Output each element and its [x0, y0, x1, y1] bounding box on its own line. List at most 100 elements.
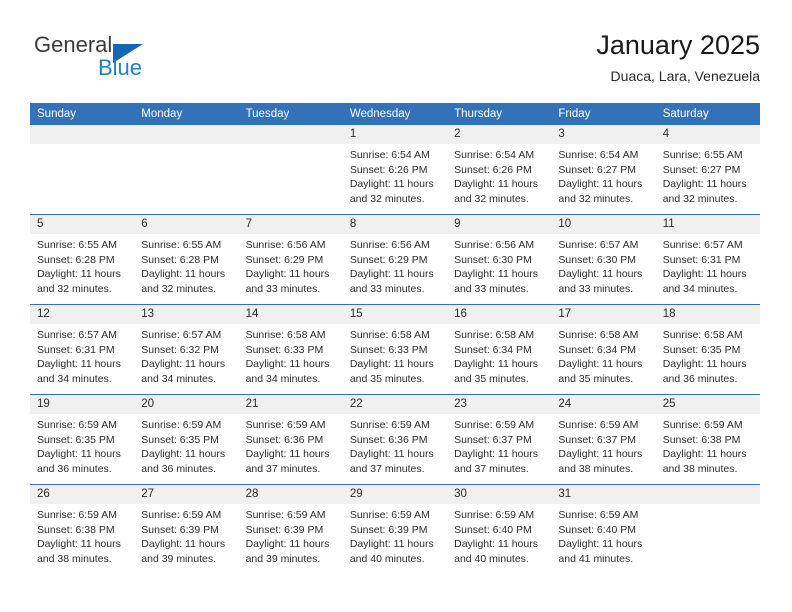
day-cell-20[interactable]: Sunrise: 6:59 AM Sunset: 6:35 PM Daylight:… [134, 414, 238, 483]
day-cell-31[interactable]: Sunrise: 6:59 AM Sunset: 6:40 PM Daylight:… [551, 504, 655, 573]
day-number-5[interactable]: 5 [30, 215, 134, 234]
day-cell-6[interactable]: Sunrise: 6:55 AM Sunset: 6:28 PM Daylight:… [134, 234, 238, 303]
day-number-10[interactable]: 10 [551, 215, 655, 234]
day-number-6[interactable]: 6 [134, 215, 238, 234]
day-number-8[interactable]: 8 [343, 215, 447, 234]
day-cell-28[interactable]: Sunrise: 6:59 AM Sunset: 6:39 PM Daylight:… [239, 504, 343, 573]
day-cell-9[interactable]: Sunrise: 6:56 AM Sunset: 6:30 PM Daylight:… [447, 234, 551, 303]
day-number-4[interactable]: 4 [656, 125, 760, 144]
day-number-14[interactable]: 14 [239, 305, 343, 324]
day-cell-10[interactable]: Sunrise: 6:57 AM Sunset: 6:30 PM Daylight:… [551, 234, 655, 303]
day-number-28[interactable]: 28 [239, 485, 343, 504]
day-info-line: Daylight: 11 hours [245, 358, 330, 371]
day-cell-1[interactable]: Sunrise: 6:54 AM Sunset: 6:26 PM Daylight:… [343, 144, 447, 213]
day-cell-19[interactable]: Sunrise: 6:59 AM Sunset: 6:35 PM Daylight:… [30, 414, 134, 483]
day-info-line: Sunset: 6:36 PM [245, 433, 324, 446]
day-cell-14[interactable]: Sunrise: 6:58 AM Sunset: 6:33 PM Daylight:… [239, 324, 343, 393]
day-number-empty [30, 125, 134, 144]
day-info-line: and 36 minutes. [37, 462, 112, 475]
day-number-24[interactable]: 24 [551, 395, 655, 414]
day-info-line: and 32 minutes. [37, 282, 112, 295]
day-cell-25[interactable]: Sunrise: 6:59 AM Sunset: 6:38 PM Daylight:… [656, 414, 760, 483]
day-cell-5[interactable]: Sunrise: 6:55 AM Sunset: 6:28 PM Daylight:… [30, 234, 134, 303]
day-number-13[interactable]: 13 [134, 305, 238, 324]
day-info-line: Daylight: 11 hours [662, 268, 747, 281]
day-cell-18[interactable]: Sunrise: 6:58 AM Sunset: 6:35 PM Daylight:… [656, 324, 760, 393]
day-info-line: and 32 minutes. [662, 192, 738, 205]
day-info-line: Daylight: 11 hours [558, 358, 643, 371]
day-info-line: Sunrise: 6:55 AM [37, 239, 117, 251]
day-cell-3[interactable]: Sunrise: 6:54 AM Sunset: 6:27 PM Daylight:… [551, 144, 655, 213]
day-number-16[interactable]: 16 [447, 305, 551, 324]
day-number-12[interactable]: 12 [30, 305, 134, 324]
day-info-line: Sunrise: 6:59 AM [141, 419, 222, 431]
day-cell-23[interactable]: Sunrise: 6:59 AM Sunset: 6:37 PM Daylight:… [447, 414, 551, 483]
day-cell-2[interactable]: Sunrise: 6:54 AM Sunset: 6:26 PM Daylight:… [447, 144, 551, 213]
day-number-31[interactable]: 31 [551, 485, 655, 504]
day-info-line: Daylight: 11 hours [245, 268, 330, 281]
day-number-15[interactable]: 15 [343, 305, 447, 324]
day-number-21[interactable]: 21 [239, 395, 343, 414]
day-number-11[interactable]: 11 [656, 215, 760, 234]
day-number-26[interactable]: 26 [30, 485, 134, 504]
day-number-3[interactable]: 3 [551, 125, 655, 144]
day-info-line: Sunrise: 6:57 AM [662, 239, 743, 251]
day-info-line: Sunset: 6:39 PM [141, 523, 219, 536]
weekday-header-row: Sunday Monday Tuesday Wednesday Thursday Frid… [30, 103, 760, 125]
day-number-29[interactable]: 29 [343, 485, 447, 504]
day-number-2[interactable]: 2 [447, 125, 551, 144]
calendar-week-row: 5 6 7 8 9 10 11 Sunrise: 6:55 AM Sunset: 6:28 PM… [30, 214, 760, 304]
day-number-30[interactable]: 30 [447, 485, 551, 504]
day-number-22[interactable]: 22 [343, 395, 447, 414]
day-info-line: Sunrise: 6:54 AM [558, 149, 639, 161]
day-info-line: Daylight: 11 hours [349, 178, 434, 191]
day-info-line: and 38 minutes. [662, 462, 738, 475]
day-number-25[interactable]: 25 [656, 395, 760, 414]
day-cell-15[interactable]: Sunrise: 6:58 AM Sunset: 6:33 PM Daylight:… [343, 324, 447, 393]
day-cell-17[interactable]: Sunrise: 6:58 AM Sunset: 6:34 PM Daylight:… [551, 324, 655, 393]
day-number-19[interactable]: 19 [30, 395, 134, 414]
day-number-23[interactable]: 23 [447, 395, 551, 414]
day-info-line: and 35 minutes. [558, 372, 634, 385]
day-cell-13[interactable]: Sunrise: 6:57 AM Sunset: 6:32 PM Daylight:… [134, 324, 238, 393]
day-number-7[interactable]: 7 [239, 215, 343, 234]
weekday-header-friday: Friday [558, 108, 591, 120]
day-number-20[interactable]: 20 [134, 395, 238, 414]
week-date-band: 1234 [30, 125, 760, 144]
day-info-line: Sunrise: 6:55 AM [662, 149, 743, 161]
day-cell-24[interactable]: Sunrise: 6:59 AM Sunset: 6:37 PM Daylight:… [551, 414, 655, 483]
day-info-line: Sunrise: 6:56 AM [454, 239, 535, 251]
day-info-line: and 34 minutes. [37, 372, 112, 385]
day-info-line: Sunset: 6:27 PM [558, 163, 637, 176]
day-info-line: Sunset: 6:38 PM [662, 433, 741, 446]
day-cell-26[interactable]: Sunrise: 6:59 AM Sunset: 6:38 PM Daylight:… [30, 504, 134, 573]
day-number-1[interactable]: 1 [343, 125, 447, 144]
day-cell-7[interactable]: Sunrise: 6:56 AM Sunset: 6:29 PM Daylight:… [239, 234, 343, 303]
week-detail-band: Sunrise: 6:59 AM Sunset: 6:35 PM Daylight:… [30, 414, 760, 483]
title-block: January 2025 Duaca, Lara, Venezuela [596, 28, 760, 86]
day-cell-8[interactable]: Sunrise: 6:56 AM Sunset: 6:29 PM Daylight:… [343, 234, 447, 303]
day-cell-11[interactable]: Sunrise: 6:57 AM Sunset: 6:31 PM Daylight:… [656, 234, 760, 303]
day-cell-29[interactable]: Sunrise: 6:59 AM Sunset: 6:39 PM Daylight:… [343, 504, 447, 573]
day-cell-27[interactable]: Sunrise: 6:59 AM Sunset: 6:39 PM Daylight:… [134, 504, 238, 573]
general-blue-logo[interactable]: General Blue [34, 32, 244, 88]
weekday-header-sunday: Sunday [37, 108, 77, 120]
day-info-line: Daylight: 11 hours [349, 448, 434, 461]
week-date-band: 26 27 28 29 30 31 [30, 485, 760, 504]
day-cell-21[interactable]: Sunrise: 6:59 AM Sunset: 6:36 PM Daylight:… [239, 414, 343, 483]
day-cell-30[interactable]: Sunrise: 6:59 AM Sunset: 6:40 PM Daylight:… [447, 504, 551, 573]
day-info-line: and 41 minutes. [558, 552, 634, 565]
day-cell-16[interactable]: Sunrise: 6:58 AM Sunset: 6:34 PM Daylight:… [447, 324, 551, 393]
day-number-27[interactable]: 27 [134, 485, 238, 504]
day-cell-4[interactable]: Sunrise: 6:55 AM Sunset: 6:27 PM Daylight:… [656, 144, 760, 213]
day-number-9[interactable]: 9 [447, 215, 551, 234]
day-number-18[interactable]: 18 [656, 305, 760, 324]
day-info-line: Sunrise: 6:57 AM [558, 239, 639, 251]
week-detail-band: Sunrise: 6:54 AM Sunset: 6:26 PM Daylight:… [30, 144, 760, 213]
day-info-line: Daylight: 11 hours [37, 358, 121, 371]
day-info-line: Sunrise: 6:56 AM [349, 239, 430, 251]
day-cell-12[interactable]: Sunrise: 6:57 AM Sunset: 6:31 PM Daylight:… [30, 324, 134, 393]
day-info-line: Daylight: 11 hours [454, 178, 538, 191]
day-number-17[interactable]: 17 [551, 305, 655, 324]
day-cell-22[interactable]: Sunrise: 6:59 AM Sunset: 6:36 PM Daylight:… [343, 414, 447, 483]
